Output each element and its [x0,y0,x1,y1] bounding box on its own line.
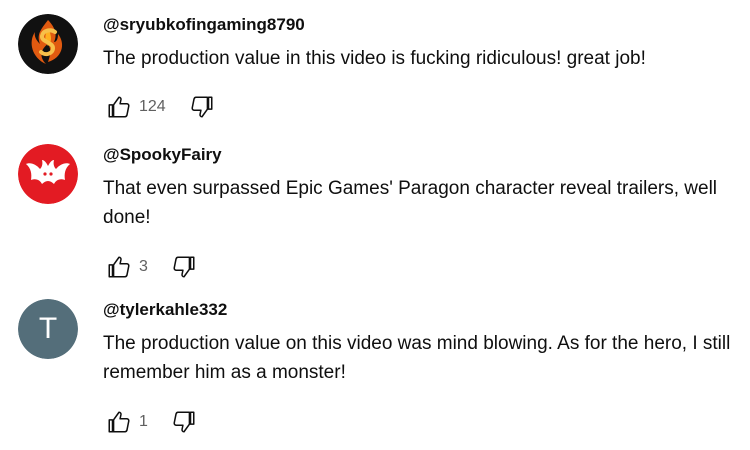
comment-actions: 3 [103,252,200,282]
like-button[interactable] [103,252,135,282]
comment-actions: 124 [103,92,218,122]
thumbs-down-icon [191,96,213,118]
comment-body: @SpookyFairy That even surpassed Epic Ga… [103,144,743,278]
like-button[interactable] [103,92,135,122]
dislike-button[interactable] [168,407,200,437]
dislike-button[interactable] [168,252,200,282]
dislike-button[interactable] [186,92,218,122]
comment-text: That even surpassed Epic Games' Paragon … [103,178,718,228]
comment-author[interactable]: @sryubkofingaming8790 [103,14,743,36]
comment-author[interactable]: @SpookyFairy [103,144,743,166]
red-bat-logo-icon [18,144,78,204]
avatar[interactable] [18,144,78,204]
avatar[interactable]: T [18,299,78,359]
thumbs-up-icon [108,96,130,118]
like-count: 3 [139,258,148,275]
like-count: 124 [139,98,166,115]
thumbs-down-icon [173,256,195,278]
thumbs-up-icon [108,411,130,433]
comment-text: The production value on this video was m… [103,333,731,383]
comment-author[interactable]: @tylerkahle332 [103,299,743,321]
comment-text: The production value in this video is fu… [103,48,646,69]
comment-body: @tylerkahle332 The production value on t… [103,299,743,433]
thumbs-down-icon [173,411,195,433]
flaming-s-logo-icon [18,14,78,74]
avatar[interactable] [18,14,78,74]
like-button[interactable] [103,407,135,437]
like-count: 1 [139,413,148,430]
comment-actions: 1 [103,407,200,437]
comment-body: @sryubkofingaming8790 The production val… [103,14,743,118]
thumbs-up-icon [108,256,130,278]
avatar-letter: T [18,299,78,359]
